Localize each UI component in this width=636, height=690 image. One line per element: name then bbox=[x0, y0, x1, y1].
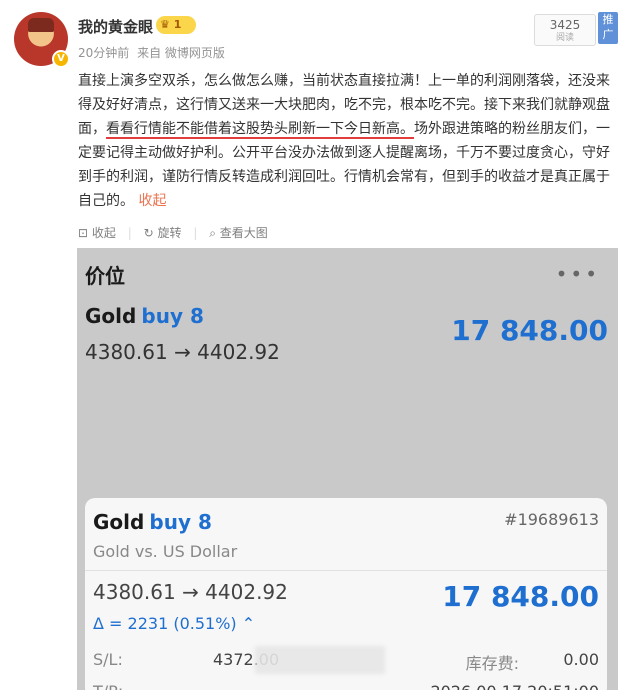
collect-icon: ⊡ bbox=[78, 226, 89, 240]
collapse-link[interactable]: 收起 bbox=[138, 193, 166, 209]
card-symbol: Gold bbox=[93, 510, 145, 534]
card-side: buy 8 bbox=[149, 510, 212, 534]
post-source: 来自 微博网页版 bbox=[137, 46, 225, 60]
swap-label: 库存费: bbox=[465, 654, 519, 673]
price-delta: Δ = 2231 (0.51%) ⌃ bbox=[93, 614, 256, 633]
rotate-button[interactable]: 旋转 bbox=[158, 226, 182, 240]
image-actions: ⊡ 收起 | ↻ 旋转 | ⌕ 查看大图 bbox=[78, 224, 268, 241]
instrument-desc: Gold vs. US Dollar bbox=[93, 542, 238, 561]
post-time[interactable]: 20分钟前 bbox=[78, 46, 129, 60]
crown-badge: ♛ 1 bbox=[156, 16, 196, 34]
divider: | bbox=[193, 226, 198, 240]
screenshot-header: 价位 ••• bbox=[77, 248, 618, 306]
position-detail-card: Gold buy 8 #19689613 Gold vs. US Dollar … bbox=[85, 498, 607, 690]
card-title: Gold buy 8 bbox=[93, 510, 212, 534]
more-icon: ••• bbox=[555, 262, 600, 286]
post-text: 直接上演多空双杀，怎么做怎么赚，当前状态直接拉满！上一单的利润刚落袋，还没来得及… bbox=[78, 69, 620, 213]
read-count-number: 3425 bbox=[549, 18, 581, 32]
screenshot-title: 价位 bbox=[85, 264, 125, 288]
blur-overlay bbox=[255, 646, 385, 674]
symbol-label: Gold bbox=[85, 304, 137, 328]
trade-screenshot: 价位 ••• Gold buy 8 4380.61 → 4402.92 17 8… bbox=[77, 248, 618, 690]
post-meta: 20分钟前 来自 微博网页版 bbox=[78, 44, 229, 61]
divider: | bbox=[127, 226, 132, 240]
tp-label: T/P: bbox=[93, 682, 123, 690]
promote-button[interactable]: 推广 bbox=[598, 12, 618, 44]
post-highlight: 看看行情能不能借着这股势头刷新一下今日新高。 bbox=[106, 121, 414, 139]
swap-value: 0.00 bbox=[563, 650, 599, 669]
sl-label: S/L: bbox=[93, 650, 123, 669]
verified-badge: V bbox=[52, 50, 70, 68]
read-count-label: 阅读 bbox=[555, 33, 574, 43]
card-profit: 17 848.00 bbox=[442, 580, 599, 613]
open-time: 2026.00.17 20:51:00 bbox=[430, 682, 599, 690]
username[interactable]: 我的黄金眼 bbox=[78, 16, 153, 37]
post-header: V 我的黄金眼 ♛ 1 20分钟前 来自 微博网页版 3425 阅读 推广 bbox=[14, 12, 622, 70]
rotate-icon: ↻ bbox=[143, 226, 154, 240]
side-label: buy 8 bbox=[141, 304, 204, 328]
read-count: 3425 阅读 bbox=[534, 14, 596, 46]
zoom-icon: ⌕ bbox=[209, 226, 216, 240]
card-prices: 4380.61 → 4402.92 bbox=[93, 580, 288, 604]
position-row: Gold buy 8 bbox=[85, 304, 204, 328]
position-profit: 17 848.00 bbox=[451, 314, 608, 347]
ticket-number: #19689613 bbox=[504, 510, 599, 529]
collect-button[interactable]: 收起 bbox=[92, 226, 116, 240]
position-prices: 4380.61 → 4402.92 bbox=[85, 340, 280, 364]
crown-level: 1 bbox=[173, 18, 182, 31]
card-divider bbox=[85, 570, 607, 571]
view-large-button[interactable]: 查看大图 bbox=[220, 226, 268, 240]
